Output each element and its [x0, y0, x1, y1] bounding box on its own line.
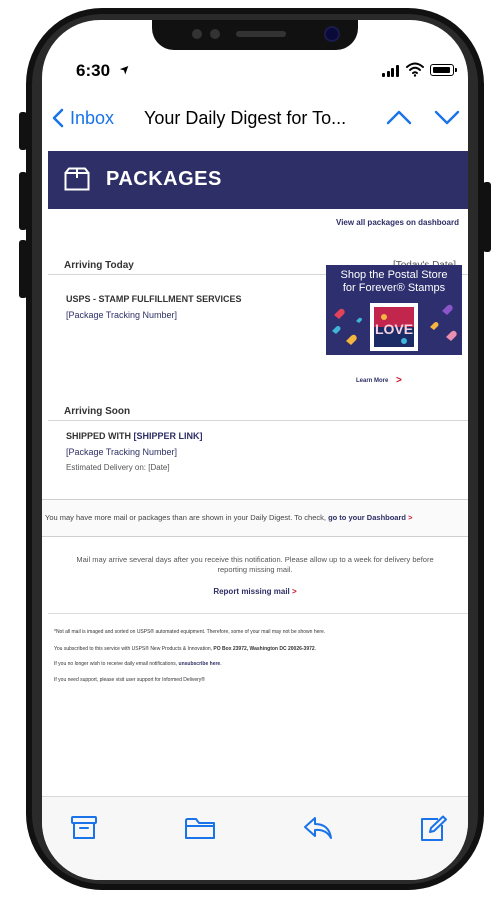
back-label: Inbox — [70, 107, 115, 128]
power-button — [483, 182, 491, 252]
mail-toolbar — [42, 796, 468, 880]
status-bar: 6:30 ➤ — [42, 60, 468, 82]
mail-notice-line-1: Mail may arrive several days after you r… — [76, 555, 434, 564]
reply-icon[interactable] — [302, 815, 334, 841]
view-all-packages-link[interactable]: View all packages on dashboard — [336, 218, 459, 227]
front-camera — [326, 28, 338, 40]
section-label: Arriving Today — [64, 260, 134, 271]
love-stamp-image: LOVE — [332, 303, 457, 351]
phone-screen: 6:30 ➤ Inbox Your Daily Digest for To... — [42, 20, 468, 880]
chevron-down-icon[interactable] — [434, 108, 460, 126]
compose-icon[interactable] — [418, 815, 448, 843]
archive-icon[interactable] — [70, 815, 98, 841]
report-missing-mail-link[interactable]: Report missing mail > — [42, 587, 468, 596]
ad-text: Shop the Postal Store for Forever® Stamp… — [326, 269, 462, 295]
mail-delivery-notice: Mail may arrive several days after you r… — [42, 555, 468, 575]
section-label: Arriving Soon — [64, 406, 131, 417]
subscription-text: You subscribed to this service with USPS… — [54, 646, 214, 652]
report-label: Report missing mail — [213, 587, 290, 596]
package-box-icon — [64, 167, 90, 191]
cellular-signal-icon — [382, 65, 400, 77]
fine-print-line: You subscribed to this service with USPS… — [54, 646, 316, 652]
estimated-delivery: Estimated Delivery on: [Date] — [66, 463, 170, 472]
sensor-dot — [192, 29, 202, 39]
footer-divider — [48, 613, 468, 614]
location-arrow-icon: ➤ — [116, 60, 134, 78]
dashboard-link[interactable]: go to your Dashboard — [328, 513, 406, 522]
digest-notice-text: You may have more mail or packages than … — [45, 513, 412, 522]
sensor-dot — [210, 29, 220, 39]
mail-notice-line-2: reporting missing mail. — [217, 565, 293, 574]
packages-banner: PACKAGES — [48, 151, 468, 209]
fine-print-line: If you no longer wish to receive daily e… — [54, 661, 222, 667]
chevron-right-icon: > — [292, 587, 297, 596]
shipped-with-prefix: SHIPPED WITH — [66, 431, 134, 441]
chevron-up-icon[interactable] — [386, 108, 412, 126]
shipper-link[interactable]: [SHIPPER LINK] — [134, 431, 203, 441]
volume-up-button — [19, 172, 27, 230]
fine-print-line: If you need support, please visit user s… — [54, 677, 205, 683]
ad-line-2: for Forever® Stamps — [342, 282, 446, 294]
mail-nav-bar: Inbox Your Daily Digest for To... — [42, 100, 468, 138]
fine-print-line: *Not all mail is imaged and sorted on US… — [54, 629, 326, 635]
chevron-right-icon: > — [396, 375, 402, 386]
shipped-with-line: SHIPPED WITH [SHIPPER LINK] — [66, 431, 203, 441]
battery-icon — [430, 64, 457, 76]
tracking-number-link[interactable]: [Package Tracking Number] — [66, 447, 177, 457]
mute-switch — [19, 112, 27, 150]
back-to-inbox-button[interactable]: Inbox — [52, 105, 114, 131]
digest-notice-box: You may have more mail or packages than … — [42, 499, 468, 537]
subscription-suffix: . — [314, 646, 317, 652]
folder-icon[interactable] — [184, 815, 216, 841]
chevron-right-icon: > — [408, 513, 413, 522]
postal-store-ad[interactable]: Shop the Postal Store for Forever® Stamp… — [326, 265, 462, 355]
postal-address: PO Box 23972, Washington DC 20026-3972 — [213, 646, 315, 652]
tracking-number-link[interactable]: [Package Tracking Number] — [66, 310, 177, 320]
arriving-soon-header: Arriving Soon — [48, 405, 468, 421]
stamp-word: LOVE — [375, 321, 413, 337]
wifi-icon — [406, 62, 424, 77]
package-sender: USPS - STAMP FULFILLMENT SERVICES — [66, 294, 242, 304]
unsubscribe-link[interactable]: unsubscribe here — [179, 661, 221, 667]
ad-line-1: Shop the Postal Store — [340, 269, 448, 281]
chevron-left-icon — [52, 108, 64, 128]
email-body: PACKAGES View all packages on dashboard … — [42, 145, 468, 805]
email-subject-title: Your Daily Digest for To... — [144, 108, 347, 128]
notch — [152, 20, 358, 50]
learn-more-link[interactable]: Learn More — [356, 378, 388, 384]
unsubscribe-suffix: . — [220, 661, 222, 667]
volume-down-button — [19, 240, 27, 298]
unsubscribe-text: If you no longer wish to receive daily e… — [54, 661, 179, 667]
banner-title: PACKAGES — [106, 168, 222, 190]
status-time: 6:30 — [76, 61, 111, 80]
earpiece-speaker — [236, 31, 286, 37]
digest-notice-body: You may have more mail or packages than … — [45, 513, 329, 522]
